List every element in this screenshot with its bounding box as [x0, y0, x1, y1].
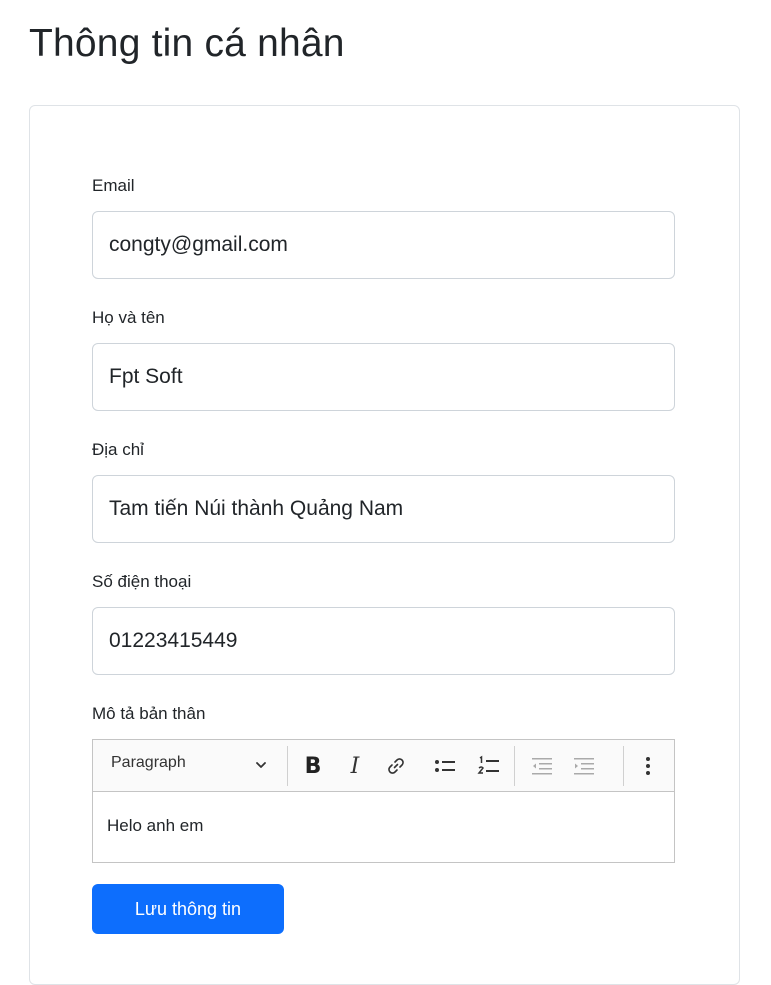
italic-icon: I — [350, 753, 360, 779]
page-title: Thông tin cá nhân — [29, 22, 345, 65]
email-label: Email — [92, 176, 135, 195]
editor-toolbar: Paragraph B I — [93, 740, 674, 792]
phone-label: Số điện thoại — [92, 572, 192, 591]
save-button[interactable]: Lưu thông tin — [92, 884, 284, 934]
address-field[interactable] — [92, 475, 675, 543]
paragraph-select[interactable]: Paragraph — [93, 740, 287, 792]
fullname-label: Họ và tên — [92, 308, 165, 327]
address-label: Địa chỉ — [92, 440, 144, 459]
outdent-icon — [532, 758, 552, 775]
numbered-list-icon — [477, 755, 499, 774]
bulleted-list-button[interactable] — [432, 753, 458, 779]
toolbar-divider — [623, 746, 624, 786]
outdent-button[interactable] — [529, 753, 555, 779]
indent-icon — [574, 758, 594, 775]
bio-label: Mô tả bản thân — [92, 704, 206, 723]
bold-button[interactable]: B — [300, 753, 326, 779]
toolbar-divider — [287, 746, 288, 786]
chevron-down-icon — [256, 762, 266, 768]
italic-button[interactable]: I — [342, 753, 368, 779]
indent-button[interactable] — [571, 753, 597, 779]
toolbar-divider — [514, 746, 515, 786]
paragraph-select-label: Paragraph — [111, 754, 186, 771]
email-field[interactable] — [92, 211, 675, 279]
fullname-field[interactable] — [92, 343, 675, 411]
more-vertical-icon — [646, 757, 650, 775]
editor-content[interactable]: Helo anh em — [107, 816, 203, 836]
bulleted-list-icon — [435, 760, 455, 772]
numbered-list-button[interactable] — [476, 753, 502, 779]
phone-field[interactable] — [92, 607, 675, 675]
link-button[interactable] — [383, 753, 409, 779]
bold-icon: B — [304, 753, 322, 779]
rich-text-editor: Paragraph B I Helo anh em — [92, 739, 675, 863]
more-options-button[interactable] — [635, 753, 661, 779]
link-icon — [388, 758, 404, 774]
